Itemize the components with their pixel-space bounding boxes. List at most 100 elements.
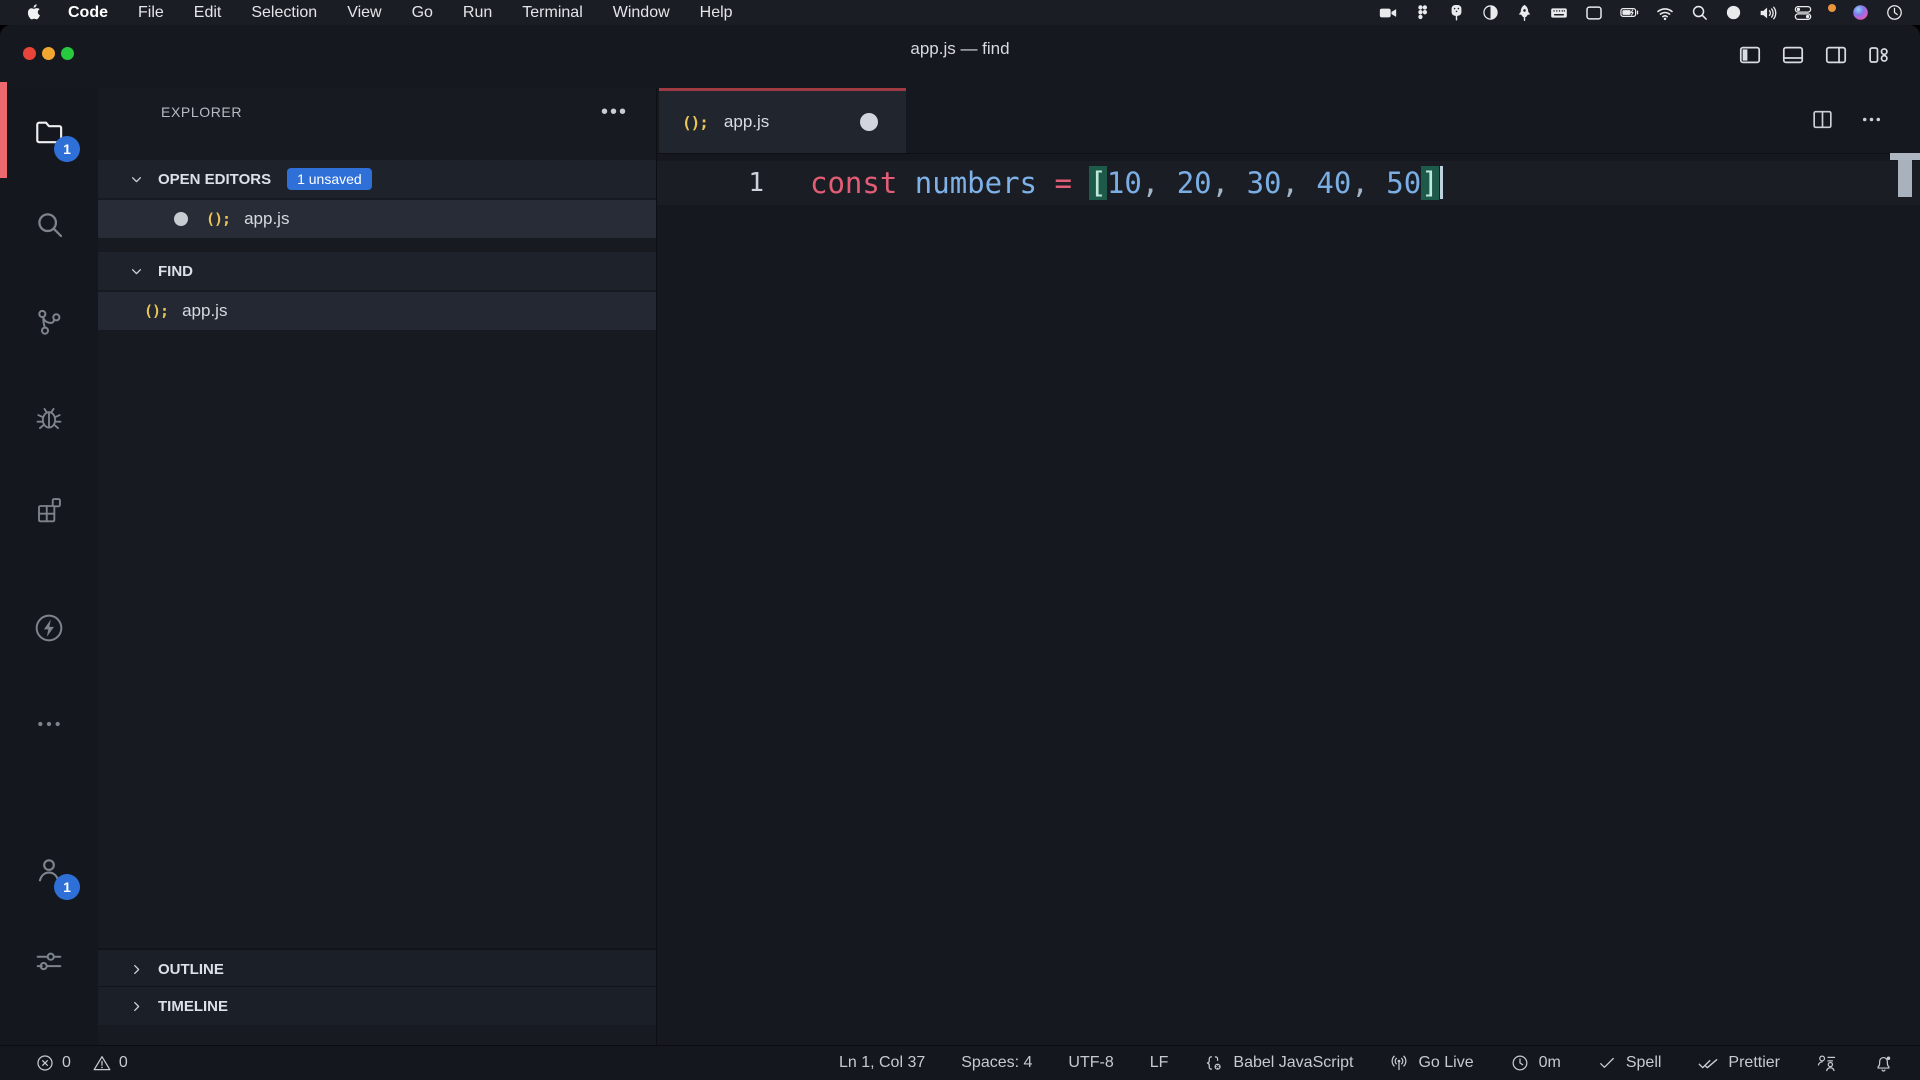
status-indentation[interactable]: Spaces: 4 — [961, 1054, 1032, 1072]
explorer-sidebar: EXPLORER ••• OPEN EDITORS 1 unsaved ();a… — [98, 88, 657, 1046]
siri-icon[interactable] — [1851, 3, 1870, 22]
activity-search[interactable] — [27, 202, 71, 246]
chevron-right-icon — [128, 961, 145, 978]
toggle-secondary-sidebar-icon[interactable] — [1823, 42, 1849, 68]
window-title: app.js — find — [0, 39, 1920, 59]
customize-layout-icon[interactable] — [1866, 42, 1892, 68]
workbench: 11 EXPLORER ••• OPEN EDITORS 1 unsaved (… — [0, 88, 1920, 1046]
more-actions-icon[interactable]: ••• — [601, 107, 628, 117]
status-cursor-position[interactable]: Ln 1, Col 37 — [839, 1054, 925, 1072]
activity-bar: 11 — [0, 88, 98, 1046]
braces-error-icon — [1204, 1053, 1224, 1073]
file-name: app.js — [182, 301, 227, 321]
activity-run-debug[interactable] — [27, 396, 71, 440]
file-item[interactable]: ();app.js — [98, 292, 656, 330]
menu-selection[interactable]: Selection — [251, 4, 317, 22]
problems-status[interactable]: 00 — [35, 1053, 128, 1073]
status-language-mode[interactable]: Babel JavaScript — [1204, 1053, 1353, 1073]
vscode-window: app.js — find 11 EXPLORER ••• OPEN EDIT — [0, 25, 1920, 1080]
activity-explorer[interactable]: 1 — [27, 110, 71, 154]
menu-edit[interactable]: Edit — [194, 4, 222, 22]
outline-label: OUTLINE — [158, 961, 224, 978]
modified-indicator-dot[interactable] — [860, 113, 878, 131]
battery-icon[interactable] — [1619, 2, 1640, 23]
warning-icon — [92, 1053, 112, 1073]
activity-settings[interactable] — [27, 939, 71, 983]
spotlight-search-icon[interactable] — [1690, 3, 1709, 22]
focus-icon[interactable] — [1724, 3, 1743, 22]
activity-extensions[interactable] — [27, 488, 71, 532]
code-line[interactable]: 1 const numbers = [10, 20, 30, 40, 50] — [657, 161, 1920, 205]
status-errors[interactable]: 0 — [35, 1053, 71, 1073]
keyboard-icon[interactable] — [1549, 3, 1569, 23]
open-editor-item[interactable]: ();app.js — [98, 200, 656, 238]
status-timer[interactable]: 0m — [1510, 1053, 1561, 1073]
status-collaboration[interactable] — [1816, 1053, 1837, 1074]
menu-help[interactable]: Help — [700, 4, 733, 22]
layout-controls — [1737, 42, 1920, 68]
status-warnings[interactable]: 0 — [92, 1053, 128, 1073]
toggle-panel-icon[interactable] — [1780, 42, 1806, 68]
activity-live-server[interactable] — [27, 606, 71, 650]
menu-go[interactable]: Go — [412, 4, 433, 22]
menubar-status-icons — [1378, 2, 1920, 23]
sidebar-title: EXPLORER — [161, 104, 242, 120]
activity-more[interactable] — [27, 702, 71, 746]
menu-window[interactable]: Window — [613, 4, 670, 22]
editor-group: (); app.js 1 const numbers = [10, 20, 30,… — [657, 88, 1920, 1046]
minimap[interactable] — [1890, 153, 1920, 213]
text-cursor — [1440, 166, 1443, 199]
more-actions-icon[interactable] — [1859, 107, 1884, 132]
mic-indicator-icon[interactable] — [1828, 4, 1836, 12]
menu-code[interactable]: Code — [68, 4, 108, 22]
menu-run[interactable]: Run — [463, 4, 492, 22]
rocket-icon[interactable] — [1515, 3, 1534, 22]
double-check-icon — [1697, 1052, 1719, 1074]
error-icon — [35, 1053, 55, 1073]
split-editor-icon[interactable] — [1810, 107, 1835, 132]
apple-menu-icon[interactable] — [25, 4, 42, 21]
window-title-bar[interactable]: app.js — find — [0, 25, 1920, 88]
tab-appjs[interactable]: (); app.js — [659, 88, 906, 153]
line-number: 1 — [657, 161, 764, 205]
outline-section-header[interactable]: OUTLINE — [98, 948, 656, 988]
activity-accounts[interactable]: 1 — [27, 848, 71, 892]
check-icon — [1597, 1053, 1617, 1073]
clock-icon[interactable] — [1885, 3, 1904, 22]
status-notifications[interactable] — [1873, 1053, 1894, 1074]
clock-icon — [1510, 1053, 1530, 1073]
scrollbar-slider[interactable] — [1898, 160, 1912, 197]
status-prettier[interactable]: Prettier — [1697, 1052, 1780, 1074]
unsaved-badge: 1 unsaved — [287, 168, 372, 190]
people-icon — [1816, 1053, 1837, 1074]
code-editor[interactable]: 1 const numbers = [10, 20, 30, 40, 50] — [657, 153, 1920, 1046]
figma-icon[interactable] — [1413, 3, 1432, 22]
folder-section-header[interactable]: FIND — [98, 252, 656, 290]
menu-terminal[interactable]: Terminal — [522, 4, 582, 22]
code-text: const numbers = [10, 20, 30, 40, 50] — [810, 161, 1443, 205]
minimap-line-mark — [1890, 153, 1920, 160]
menu-file[interactable]: File — [138, 4, 164, 22]
volume-icon[interactable] — [1758, 3, 1778, 23]
app-menus: Code File Edit Selection View Go Run Terminal W… — [68, 4, 733, 22]
window-manager-icon[interactable] — [1584, 3, 1604, 23]
broadcast-icon — [1389, 1053, 1409, 1073]
control-center-icon[interactable] — [1793, 3, 1813, 23]
toggle-primary-sidebar-icon[interactable] — [1737, 42, 1763, 68]
file-name: app.js — [244, 209, 289, 229]
contrast-icon[interactable] — [1481, 3, 1500, 22]
status-items: Ln 1, Col 37 Spaces: 4 UTF-8 LF Babel JavaSc… — [803, 1052, 1920, 1074]
screen-recording-icon[interactable] — [1378, 3, 1398, 23]
paddle-icon[interactable] — [1447, 3, 1466, 22]
status-spell[interactable]: Spell — [1597, 1053, 1662, 1073]
activity-source-control[interactable] — [27, 300, 71, 344]
wifi-icon[interactable] — [1655, 3, 1675, 23]
status-eol[interactable]: LF — [1150, 1054, 1169, 1072]
status-encoding[interactable]: UTF-8 — [1068, 1054, 1113, 1072]
status-go-live[interactable]: Go Live — [1389, 1053, 1473, 1073]
open-editors-section-header[interactable]: OPEN EDITORS 1 unsaved — [98, 160, 656, 198]
active-item-indicator — [0, 82, 7, 178]
menu-view[interactable]: View — [347, 4, 381, 22]
folder-name-label: FIND — [158, 263, 193, 280]
timeline-section-header[interactable]: TIMELINE — [98, 986, 656, 1025]
